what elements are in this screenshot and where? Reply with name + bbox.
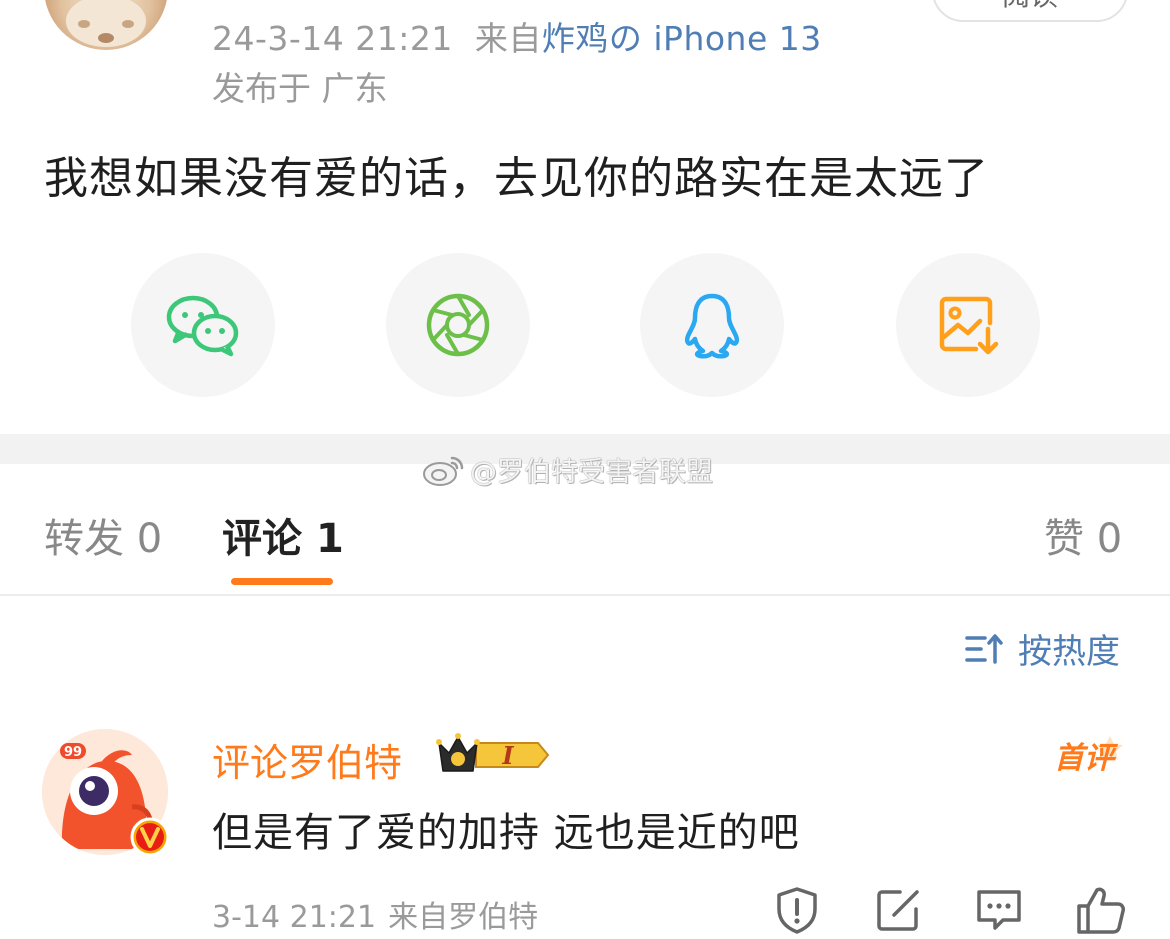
comment-source: 来自罗伯特: [388, 900, 539, 935]
tab-comments[interactable]: 评论 1: [222, 506, 344, 564]
share-wechat-button[interactable]: [131, 253, 275, 397]
watermark: @罗伯特受害者联盟: [422, 450, 713, 489]
tab-likes[interactable]: 赞 0: [1044, 506, 1122, 564]
vip-level: I: [501, 741, 514, 770]
comment-time: 3-14 21:21: [212, 900, 377, 935]
comment-meta: 3-14 21:21 来自罗伯特: [212, 892, 538, 936]
like-thumbs-up-icon[interactable]: [1075, 884, 1127, 936]
sort-icon: [965, 633, 1003, 664]
post-body: 我想如果没有爱的话，去见你的路实在是太远了: [44, 153, 989, 204]
tabs-divider: [0, 594, 1170, 596]
moments-icon: [426, 293, 490, 357]
post-device-link[interactable]: 炸鸡の iPhone 13: [542, 19, 822, 58]
avatar-count-badge: 99: [64, 745, 82, 760]
post-timestamp: 24-3-14 21:21: [212, 19, 453, 58]
sort-by-hot-button[interactable]: 按热度: [964, 624, 1120, 673]
reply-comment-icon[interactable]: [973, 884, 1025, 936]
post-meta: 24-3-14 21:21 来自炸鸡の iPhone 13: [212, 12, 822, 60]
share-comment-icon[interactable]: [872, 884, 924, 936]
commenter-avatar[interactable]: 99: [42, 729, 170, 857]
wechat-icon: [166, 295, 239, 357]
read-button[interactable]: 阅读: [932, 0, 1128, 22]
share-qq-button[interactable]: [640, 253, 784, 397]
comment-body: 但是有了爱的加持 远也是近的吧: [212, 810, 800, 856]
save-image-button[interactable]: [896, 253, 1040, 397]
commenter-name[interactable]: 评论罗伯特: [212, 732, 402, 787]
post-location: 发布于 广东: [212, 69, 388, 108]
qq-icon: [684, 293, 740, 359]
first-comment-badge: 首评: [1054, 736, 1123, 776]
vip-crown-level-badge: I: [436, 733, 550, 772]
share-moments-button[interactable]: [386, 253, 530, 397]
active-tab-indicator: [231, 578, 333, 585]
verified-v-icon: [130, 817, 170, 857]
svg-text:首评: 首评: [1054, 741, 1119, 776]
report-shield-icon[interactable]: [771, 884, 823, 936]
weibo-logo-icon: [423, 456, 464, 486]
save-image-icon: [939, 296, 999, 355]
tab-repost[interactable]: 转发 0: [44, 506, 162, 564]
poster-avatar[interactable]: [44, 0, 168, 50]
post-source-prefix: 来自: [474, 19, 542, 58]
